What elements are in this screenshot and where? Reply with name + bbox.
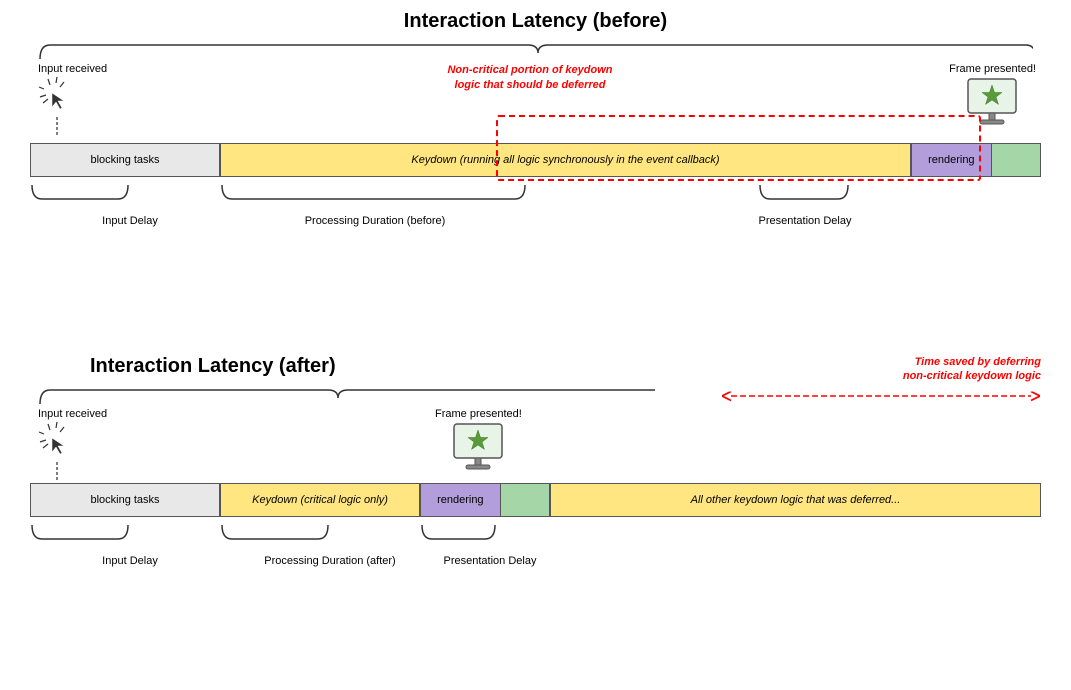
top-full-brace	[38, 41, 1033, 63]
top-brace-area: Input Delay Processing Duration (before)…	[30, 181, 1041, 227]
rendering-bar-green-bottom	[500, 483, 550, 517]
rendering-group-top: rendering	[911, 143, 1041, 179]
bottom-diagram: Interaction Latency (after) Time saved b…	[30, 355, 1041, 567]
diagram-container: Interaction Latency (before) Input recei…	[0, 0, 1071, 690]
top-frame-presented: Frame presented!	[949, 63, 1036, 132]
processing-label-top: Processing Duration (before)	[230, 215, 520, 227]
dashed-line-top	[56, 117, 58, 135]
blocking-tasks-bar-top: blocking tasks	[30, 143, 220, 177]
rendering-bar-green-top	[991, 143, 1041, 177]
presentation-label-bottom: Presentation Delay	[410, 555, 570, 567]
blocking-tasks-bar-bottom: blocking tasks	[30, 483, 220, 517]
presentation-label-top: Presentation Delay	[725, 215, 885, 227]
top-diagram: Interaction Latency (before) Input recei…	[30, 10, 1041, 227]
dashed-line-bottom	[56, 462, 58, 480]
rendering-bar-purple-bottom: rendering	[420, 483, 500, 517]
rendering-bar-purple-top: rendering	[911, 143, 991, 177]
spark-icon	[38, 77, 76, 115]
non-critical-label: Non-critical portion of keydown logic th…	[400, 63, 660, 94]
bottom-full-brace	[38, 386, 655, 408]
keydown-bar-bottom: Keydown (critical logic only)	[220, 483, 420, 517]
rendering-group-bottom: rendering	[420, 483, 550, 519]
monitor-icon-bottom	[446, 422, 511, 477]
input-delay-label-bottom: Input Delay	[40, 555, 220, 567]
bottom-timeline-bars: blocking tasks Keydown (critical logic o…	[30, 483, 1041, 519]
bottom-frame-presented: Frame presented!	[435, 408, 522, 477]
processing-label-bottom: Processing Duration (after)	[230, 555, 430, 567]
deferred-bar-bottom: All other keydown logic that was deferre…	[550, 483, 1041, 517]
time-saved-label: Time saved by deferring non-critical key…	[721, 355, 1041, 384]
keydown-bar-top: Keydown (running all logic synchronously…	[220, 143, 911, 177]
bottom-header: Interaction Latency (after) Time saved b…	[30, 355, 1041, 378]
input-delay-label-top: Input Delay	[40, 215, 220, 227]
bottom-icons-row: Input received	[30, 408, 1041, 483]
top-timeline-bars: blocking tasks Keydown (running all logi…	[30, 143, 1041, 179]
top-title: Interaction Latency (before)	[30, 10, 1041, 33]
bottom-brace-area: Input Delay Processing Duration (after) …	[30, 521, 1041, 567]
bottom-input-received: Input received	[38, 408, 107, 485]
spark-icon-bottom	[38, 422, 76, 460]
monitor-icon-top	[960, 77, 1025, 132]
top-input-received: Input received	[38, 63, 107, 140]
